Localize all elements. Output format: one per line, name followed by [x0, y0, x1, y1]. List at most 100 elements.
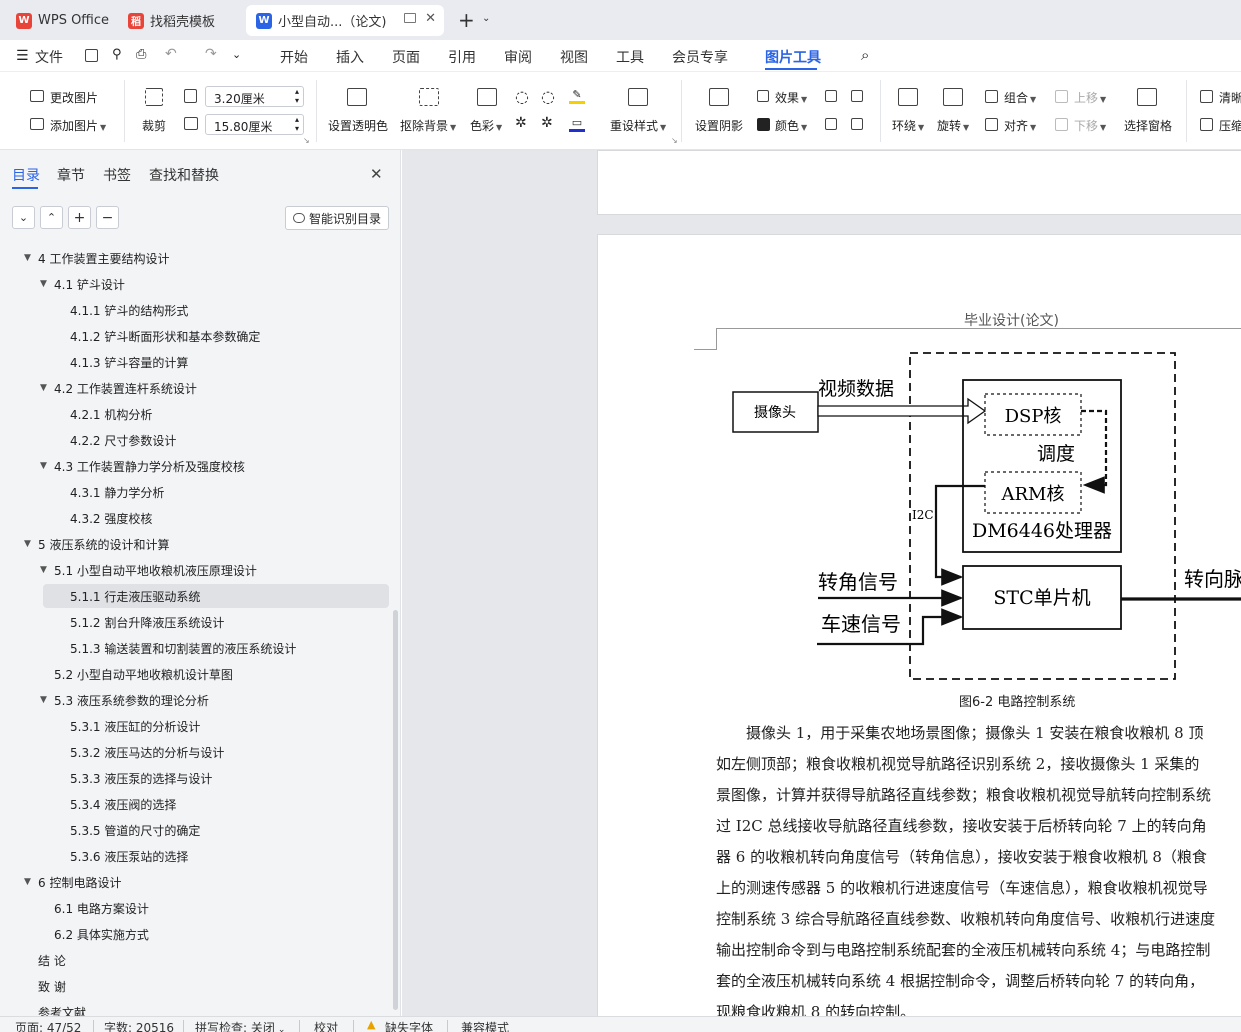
set-shadow-button[interactable]: 设置阴影: [695, 117, 743, 134]
nav-scrollbar[interactable]: [393, 610, 398, 1010]
toc-item[interactable]: ▼ 4.1 铲斗设计: [0, 272, 392, 296]
toc-item[interactable]: 5.1.1 行走液压驱动系统: [43, 584, 389, 608]
expand-arrow-icon[interactable]: ▼: [40, 565, 47, 575]
contrast-up-icon[interactable]: ◌: [541, 87, 555, 106]
expand-arrow-icon[interactable]: ▼: [40, 383, 47, 393]
undo-icon[interactable]: ↶: [165, 46, 177, 62]
dialog-launcher-icon[interactable]: ↘: [303, 136, 310, 145]
expand-arrow-icon[interactable]: ▼: [40, 461, 47, 471]
smart-toc-button[interactable]: 智能识别目录: [285, 206, 389, 230]
search-icon[interactable]: ⌕: [861, 46, 869, 64]
set-transparent-button[interactable]: 设置透明色: [328, 117, 388, 134]
print-preview-icon[interactable]: ⎙: [136, 47, 146, 62]
toc-item[interactable]: ▼ 5.1 小型自动平地收粮机液压原理设计: [0, 558, 392, 582]
height-input[interactable]: 3.20厘米 ▴ ▾: [205, 86, 304, 107]
wrap-button[interactable]: 环绕 ▼: [892, 117, 924, 134]
tab-document[interactable]: W 小型自动...（论文) ✕: [246, 5, 444, 36]
expand-arrow-icon[interactable]: ▼: [40, 279, 47, 289]
spell-check-status[interactable]: 拼写检查: 关闭 ⌄: [195, 1019, 285, 1032]
missing-font-button[interactable]: 缺失字体: [385, 1019, 433, 1032]
toc-item[interactable]: 4.2.2 尺寸参数设计: [0, 428, 392, 452]
menu-review[interactable]: 审阅: [504, 47, 532, 67]
crop-button[interactable]: 裁剪: [142, 117, 166, 134]
menu-insert[interactable]: 插入: [336, 47, 364, 67]
outline-color-icon[interactable]: ✎: [569, 88, 585, 104]
menu-reference[interactable]: 引用: [448, 47, 476, 67]
menu-file[interactable]: 文件: [35, 47, 63, 67]
new-tab-icon[interactable]: +: [458, 8, 475, 32]
close-tab-icon[interactable]: ✕: [425, 11, 436, 26]
move-up-button[interactable]: 上移 ▼: [1074, 89, 1106, 106]
toc-item[interactable]: 4.1.1 铲斗的结构形式: [0, 298, 392, 322]
toc-item[interactable]: 5.3.6 液压泵站的选择: [0, 844, 392, 868]
menu-member[interactable]: 会员专享: [672, 47, 728, 67]
rotate-button[interactable]: 旋转 ▼: [937, 117, 969, 134]
toc-item[interactable]: 4.2.1 机构分析: [0, 402, 392, 426]
toc-item[interactable]: ▼ 4 工作装置主要结构设计: [0, 246, 392, 270]
page-count[interactable]: 页面: 47/52: [15, 1019, 81, 1032]
hamburger-icon[interactable]: ☰: [16, 48, 29, 64]
effect-button[interactable]: 效果 ▼: [775, 89, 807, 106]
compress-button[interactable]: 压缩: [1219, 117, 1241, 134]
send-backward-icon[interactable]: [851, 90, 863, 102]
size-icon[interactable]: [851, 118, 863, 130]
proofread-button[interactable]: 校对: [314, 1019, 338, 1032]
body-paragraph[interactable]: 摄像头 1，用于采集农地场景图像；摄像头 1 安装在粮食收粮机 8 顶如左侧顶部…: [716, 718, 1241, 1028]
nav-tab-toc[interactable]: 目录: [12, 165, 40, 185]
expand-arrow-icon[interactable]: ▼: [24, 877, 31, 887]
toc-item[interactable]: 6.2 具体实施方式: [0, 922, 392, 946]
add-image-button[interactable]: 添加图片 ▼: [50, 117, 106, 134]
brightness-up-icon[interactable]: ◌: [515, 87, 529, 106]
expand-arrow-icon[interactable]: ▼: [40, 695, 47, 705]
chevron-down-icon[interactable]: ⌄: [482, 13, 490, 24]
toc-item[interactable]: 5.2 小型自动平地收粮机设计草图: [0, 662, 392, 686]
nav-tab-find-replace[interactable]: 查找和替换: [149, 165, 219, 185]
menu-view[interactable]: 视图: [560, 47, 588, 67]
minimize-tab-icon[interactable]: [404, 13, 416, 23]
width-input[interactable]: 15.80厘米 ▴ ▾: [205, 114, 304, 135]
tab-templates[interactable]: 稻 找稻壳模板: [118, 5, 242, 36]
promote-button[interactable]: +: [68, 206, 91, 229]
fill-color-button[interactable]: 颜色 ▼: [775, 117, 807, 134]
toc-item[interactable]: 4.1.2 铲斗断面形状和基本参数确定: [0, 324, 392, 348]
contrast-down-icon[interactable]: ✲: [541, 115, 553, 131]
toc-item[interactable]: 6.1 电路方案设计: [0, 896, 392, 920]
stepper-icon[interactable]: ▴ ▾: [295, 87, 299, 105]
expand-all-button[interactable]: ⌄: [12, 206, 35, 229]
toc-item[interactable]: ▼ 4.2 工作装置连杆系统设计: [0, 376, 392, 400]
move-down-button[interactable]: 下移 ▼: [1074, 117, 1106, 134]
toc-item[interactable]: 5.3.1 液压缸的分析设计: [0, 714, 392, 738]
stepper-icon[interactable]: ▴ ▾: [295, 115, 299, 133]
dialog-launcher-icon[interactable]: ↘: [671, 136, 678, 145]
expand-arrow-icon[interactable]: ▼: [24, 539, 31, 549]
align-button[interactable]: 对齐 ▼: [1004, 117, 1036, 134]
nav-tab-chapters[interactable]: 章节: [57, 165, 85, 185]
position-icon[interactable]: [825, 118, 837, 130]
toc-item[interactable]: 5.3.3 液压泵的选择与设计: [0, 766, 392, 790]
toc-item[interactable]: ▼ 6 控制电路设计: [0, 870, 392, 894]
toc-item[interactable]: ▼ 5 液压系统的设计和计算: [0, 532, 392, 556]
toc-item[interactable]: 致 谢: [0, 974, 392, 998]
toc-item[interactable]: 5.3.4 液压阀的选择: [0, 792, 392, 816]
save-icon[interactable]: [85, 49, 98, 62]
toc-item[interactable]: 4.1.3 铲斗容量的计算: [0, 350, 392, 374]
selection-pane-button[interactable]: 选择窗格: [1124, 117, 1172, 134]
menu-page[interactable]: 页面: [392, 47, 420, 67]
reset-style-button[interactable]: 重设样式 ▼: [610, 117, 666, 134]
clarify-button[interactable]: 清晰: [1219, 89, 1241, 106]
toc-item[interactable]: 5.1.2 割台升降液压系统设计: [0, 610, 392, 634]
toc-item[interactable]: 结 论: [0, 948, 392, 972]
share-icon[interactable]: ⚲: [112, 47, 122, 62]
bring-forward-icon[interactable]: [825, 90, 837, 102]
toc-item[interactable]: 4.3.2 强度校核: [0, 506, 392, 530]
redo-icon[interactable]: ↷: [205, 46, 217, 62]
color-button[interactable]: 色彩 ▼: [470, 117, 502, 134]
word-count[interactable]: 字数: 20516: [104, 1019, 174, 1032]
nav-tab-bookmarks[interactable]: 书签: [103, 165, 131, 185]
brightness-down-icon[interactable]: ✲: [515, 115, 527, 131]
toc-item[interactable]: 5.3.5 管道的尺寸的确定: [0, 818, 392, 842]
toc-item[interactable]: ▼ 5.3 液压系统参数的理论分析: [0, 688, 392, 712]
menu-tools[interactable]: 工具: [616, 47, 644, 67]
collapse-all-button[interactable]: ⌃: [40, 206, 63, 229]
menu-home[interactable]: 开始: [280, 47, 308, 67]
